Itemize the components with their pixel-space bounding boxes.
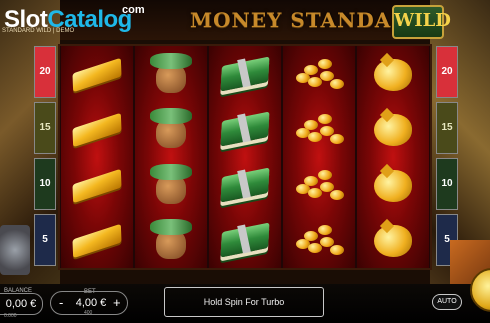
money-bag-icon [142, 51, 200, 97]
cash-stack-icon [216, 162, 274, 208]
safe-dial-icon [0, 225, 30, 275]
bet-decrease-button[interactable]: - [59, 295, 63, 310]
payline-10-right[interactable]: 10 [436, 158, 458, 210]
payline-15-left[interactable]: 15 [34, 102, 56, 154]
reel-4 [283, 46, 355, 268]
bet-sub: 400 [84, 310, 93, 316]
gold-coins-icon [290, 106, 348, 152]
cash-stack-icon [216, 217, 274, 263]
money-bag-icon [142, 217, 200, 263]
reel-5 [357, 46, 429, 268]
piggy-bank-icon [364, 217, 422, 263]
payline-5-left[interactable]: 5 [34, 214, 56, 266]
piggy-bank-icon [364, 162, 422, 208]
piggy-bank-icon [364, 106, 422, 152]
piggy-bank-icon [364, 51, 422, 97]
paylines-left: 20 15 10 5 [34, 44, 56, 270]
payline-10-left[interactable]: 10 [34, 158, 56, 210]
gold-coins-icon [290, 217, 348, 263]
reel-grid [58, 44, 432, 270]
money-bag-icon [142, 106, 200, 152]
autoplay-button[interactable]: AUTO [432, 294, 462, 310]
reel-2 [135, 46, 207, 268]
gold-coins-icon [290, 51, 348, 97]
payline-20-right[interactable]: 20 [436, 46, 458, 98]
game-subtitle: STANDARD WILD | DEMO [2, 28, 75, 34]
gold-bar-icon [68, 217, 126, 263]
money-bag-icon [142, 162, 200, 208]
bet-value: 4,00 € [75, 297, 107, 309]
payline-20-left[interactable]: 20 [34, 46, 56, 98]
gold-bar-icon [68, 51, 126, 97]
reel-1 [61, 46, 133, 268]
balance-sub: 0.000 [4, 313, 17, 319]
watermark-com: com [122, 4, 145, 16]
paylines-right: 20 15 10 5 [436, 44, 458, 270]
bet-increase-button[interactable]: + [113, 295, 121, 310]
payline-15-right[interactable]: 15 [436, 102, 458, 154]
cash-stack-icon [216, 51, 274, 97]
reel-3 [209, 46, 281, 268]
balance-value: 0,00 € [0, 293, 43, 315]
gold-bar-icon [68, 106, 126, 152]
cash-stack-icon [216, 106, 274, 152]
wild-badge: WILD [392, 5, 451, 39]
gold-coins-icon [290, 162, 348, 208]
gold-bar-icon [68, 162, 126, 208]
status-message: Hold Spin For Turbo [164, 287, 324, 317]
